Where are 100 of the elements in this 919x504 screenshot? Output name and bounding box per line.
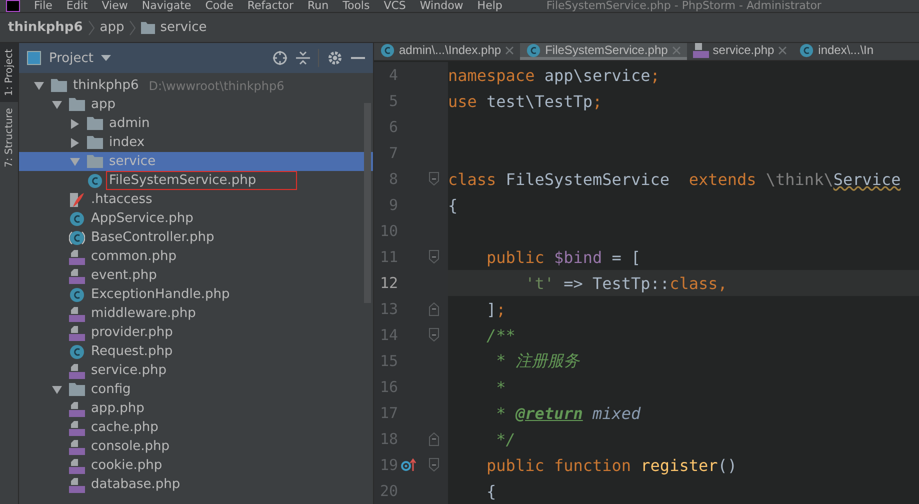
folder-icon <box>51 79 67 92</box>
chevron-icon <box>129 20 136 36</box>
menu-item[interactable]: Tools <box>342 0 370 12</box>
fold-marker-icon[interactable] <box>429 432 439 446</box>
class-icon <box>69 286 85 302</box>
menu-item[interactable]: Edit <box>66 0 88 12</box>
expand-arrow-icon[interactable] <box>69 136 81 148</box>
php-file-icon <box>69 458 85 474</box>
tree-item[interactable]: admin <box>107 114 152 133</box>
code-line: { <box>448 196 458 214</box>
class-icon <box>526 43 542 58</box>
panel-icon <box>27 51 41 65</box>
folder-icon <box>87 117 103 130</box>
tree-item[interactable]: config <box>89 380 133 399</box>
close-icon[interactable] <box>505 46 514 54</box>
class-icon <box>69 210 85 226</box>
fold-marker-icon[interactable] <box>429 250 439 264</box>
feather-file-icon <box>69 192 85 208</box>
collapse-all-icon[interactable] <box>296 50 310 66</box>
class-icon <box>87 172 103 188</box>
code-line: * @return mixed <box>495 404 641 422</box>
code-line: * 注册服务 <box>495 350 580 372</box>
tree-item[interactable]: cookie.php <box>89 456 164 475</box>
line-number: 12 <box>378 274 398 292</box>
caret-icon[interactable] <box>101 55 112 61</box>
tree-item[interactable]: service.php <box>89 361 168 380</box>
panel-title[interactable]: Project <box>49 50 94 66</box>
tree-item[interactable]: database.php <box>89 475 182 494</box>
editor-tab[interactable]: FileSystemService.php <box>520 43 687 60</box>
tree-item[interactable]: event.php <box>89 266 159 285</box>
tree-item[interactable]: app <box>89 95 118 114</box>
tree-item[interactable]: cache.php <box>89 418 160 437</box>
expand-arrow-icon[interactable] <box>69 156 81 168</box>
code-line: use test\TestTp; <box>448 92 602 110</box>
code-line: /** <box>486 326 516 344</box>
tree-item[interactable]: app.php <box>89 399 146 418</box>
window-title: FileSystemService.php - PhpStorm - Administrator <box>546 0 822 12</box>
expand-arrow-icon[interactable] <box>51 98 63 110</box>
tree-item[interactable]: AppService.php <box>89 209 196 228</box>
editor-tab[interactable]: index\...\In <box>793 43 880 60</box>
tool-window-tab[interactable]: 7: Structure <box>0 102 18 174</box>
php-file-icon <box>69 268 85 284</box>
project-path: D:\wwwroot\thinkphp6 <box>148 78 284 92</box>
code-line: ]; <box>486 300 506 318</box>
class-icon <box>799 43 814 58</box>
tree-item[interactable]: thinkphp6 <box>71 76 141 95</box>
settings-icon[interactable] <box>327 50 343 66</box>
menu-item[interactable]: VCS <box>384 0 406 12</box>
tree-item[interactable]: console.php <box>89 437 172 456</box>
fold-marker-icon[interactable] <box>429 172 439 186</box>
menu-item[interactable]: Code <box>205 0 234 12</box>
expand-arrow-icon[interactable] <box>69 118 81 130</box>
code-line: namespace app\service; <box>448 66 660 84</box>
php-file-icon <box>69 420 85 436</box>
editor-tab[interactable]: admin\...\Index.php <box>374 43 520 60</box>
folder-icon <box>87 155 103 168</box>
menu-item[interactable]: Navigate <box>142 0 192 12</box>
fold-marker-icon[interactable] <box>429 302 439 316</box>
code-line: public $bind = [ <box>486 248 641 266</box>
tree-item[interactable]: index <box>107 133 147 152</box>
editor-tab[interactable]: service.php <box>686 43 794 60</box>
hide-icon[interactable] <box>351 56 365 60</box>
implements-marker-icon[interactable] <box>401 458 417 472</box>
menu-item[interactable]: Help <box>477 0 502 12</box>
menu-item[interactable]: Run <box>308 0 329 12</box>
abstract-class-icon <box>69 230 85 246</box>
php-file-icon <box>69 248 85 264</box>
tree-item[interactable]: BaseController.php <box>89 228 216 247</box>
code-line: { <box>486 482 496 500</box>
php-file-icon <box>69 362 85 378</box>
expand-arrow-icon[interactable] <box>33 80 45 92</box>
tree-item[interactable]: .htaccess <box>89 190 154 209</box>
tree-item[interactable]: ExceptionHandle.php <box>89 285 232 304</box>
folder-icon <box>87 136 103 149</box>
tree-item[interactable]: common.php <box>89 247 178 266</box>
expand-arrow-icon[interactable] <box>51 384 63 396</box>
breadcrumb-item[interactable]: app <box>100 20 124 35</box>
php-file-icon <box>692 43 709 58</box>
menu-item[interactable]: File <box>34 0 52 12</box>
menu-item[interactable]: Window <box>420 0 464 12</box>
menu-item[interactable]: View <box>102 0 128 12</box>
locate-icon[interactable] <box>272 50 288 66</box>
fold-marker-icon[interactable] <box>429 458 439 472</box>
close-icon[interactable] <box>778 46 788 54</box>
code-line: public function register() <box>486 456 737 474</box>
folder-icon <box>69 383 85 396</box>
breadcrumb-item[interactable]: service <box>160 20 207 35</box>
fold-marker-icon[interactable] <box>429 328 439 342</box>
breadcrumb-item[interactable]: thinkphp6 <box>8 20 83 35</box>
tree-item[interactable]: Request.php <box>89 342 175 361</box>
tool-window-tab[interactable]: 1: Project <box>0 43 18 102</box>
folder-icon <box>141 22 156 34</box>
tree-item[interactable]: provider.php <box>89 323 175 342</box>
php-file-icon <box>69 324 85 340</box>
menu-item[interactable]: Refactor <box>247 0 294 12</box>
tree-item[interactable]: middleware.php <box>89 304 198 323</box>
folder-icon <box>69 98 85 111</box>
tree-item[interactable]: FileSystemService.php <box>107 172 296 189</box>
php-file-icon <box>69 438 85 454</box>
scrollbar[interactable] <box>364 103 371 303</box>
